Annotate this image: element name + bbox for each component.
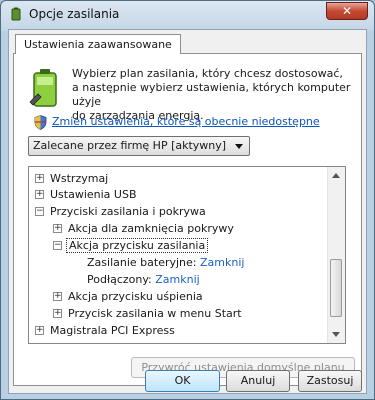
tree-item-label: Przycisk zasilania w menu Start bbox=[68, 307, 242, 320]
tree-item[interactable]: + Akcja dla zamknięcia pokrywy bbox=[53, 221, 234, 237]
expand-icon[interactable]: + bbox=[35, 326, 44, 335]
power-options-window: Opcje zasilania ✕ Ustawienia zaawansowan… bbox=[0, 0, 375, 400]
shield-icon bbox=[34, 115, 47, 130]
ok-button[interactable]: OK bbox=[145, 370, 220, 392]
chevron-down-icon bbox=[235, 144, 243, 149]
power-plan-selected: Zalecane przez firmę HP [aktywny] bbox=[33, 139, 227, 152]
tree-setting-plugged-in[interactable]: Podłączony: Zamknij bbox=[87, 272, 200, 288]
tree-item-label: Akcja dla zamknięcia pokrywy bbox=[68, 222, 234, 235]
setting-label: Podłączony: bbox=[87, 273, 152, 286]
dialog-client: Ustawienia zaawansowane Wybierz plan zas… bbox=[8, 29, 367, 394]
cancel-button[interactable]: Anuluj bbox=[226, 370, 290, 392]
close-button[interactable]: ✕ bbox=[326, 2, 368, 20]
battery-icon bbox=[29, 69, 57, 107]
expand-icon[interactable]: + bbox=[53, 292, 62, 301]
tree-item-label: Wstrzymaj bbox=[50, 172, 109, 185]
tree-item[interactable]: + Przycisk zasilania w menu Start bbox=[53, 306, 242, 322]
tree-item-label: Przyciski zasilania i pokrywa bbox=[50, 205, 206, 218]
scrollbar-thumb[interactable] bbox=[330, 259, 342, 317]
change-unavailable-settings-link[interactable]: Zmień ustawienia, które są obecnie niedo… bbox=[52, 115, 320, 128]
apply-button[interactable]: Zastosuj bbox=[298, 370, 362, 392]
tree-setting-battery[interactable]: Zasilanie bateryjne: Zamknij bbox=[87, 255, 244, 271]
setting-value-link[interactable]: Zamknij bbox=[155, 273, 199, 286]
tree-item-label: Magistrala PCI Express bbox=[50, 324, 175, 337]
tree-item[interactable]: + Ustawienia USB bbox=[35, 187, 137, 203]
power-plan-dropdown[interactable]: Zalecane przez firmę HP [aktywny] bbox=[28, 136, 250, 156]
scroll-down-icon[interactable] bbox=[332, 332, 340, 337]
settings-tree[interactable]: + Wstrzymaj + Ustawienia USB − Przyciski… bbox=[28, 166, 346, 344]
tree-item[interactable]: + Magistrala PCI Express bbox=[35, 323, 175, 339]
vertical-scrollbar[interactable] bbox=[327, 167, 345, 343]
setting-label: Zasilanie bateryjne: bbox=[87, 256, 197, 269]
tab-advanced-settings[interactable]: Ustawienia zaawansowane bbox=[15, 34, 181, 54]
intro-line: a następnie wybierz ustawienia, których … bbox=[72, 81, 351, 108]
expand-icon[interactable]: + bbox=[35, 190, 44, 199]
expand-icon[interactable]: + bbox=[35, 174, 44, 183]
expand-icon[interactable]: + bbox=[53, 309, 62, 318]
collapse-icon[interactable]: − bbox=[53, 241, 62, 250]
tree-item-label: Ustawienia USB bbox=[50, 188, 137, 201]
tree-item[interactable]: + Wstrzymaj bbox=[35, 171, 108, 187]
tree-item-label: Akcja przycisku zasilania bbox=[66, 238, 209, 253]
tree-item[interactable]: − Przyciski zasilania i pokrywa bbox=[35, 204, 206, 220]
window-title: Opcje zasilania bbox=[29, 7, 120, 21]
scroll-up-icon[interactable] bbox=[332, 173, 340, 178]
collapse-icon[interactable]: − bbox=[35, 207, 44, 216]
intro-line: Wybierz plan zasilania, który chcesz dos… bbox=[72, 67, 343, 80]
tab-page: Wybierz plan zasilania, który chcesz dos… bbox=[13, 53, 362, 386]
tree-item[interactable]: + Akcja przycisku uśpienia bbox=[53, 289, 203, 305]
title-bar[interactable]: Opcje zasilania ✕ bbox=[1, 1, 374, 27]
battery-app-icon bbox=[11, 7, 21, 21]
tree-item-selected[interactable]: − Akcja przycisku zasilania bbox=[53, 238, 209, 254]
tree-item-label: Akcja przycisku uśpienia bbox=[68, 290, 203, 303]
expand-icon[interactable]: + bbox=[53, 224, 62, 233]
setting-value-link[interactable]: Zamknij bbox=[200, 256, 244, 269]
